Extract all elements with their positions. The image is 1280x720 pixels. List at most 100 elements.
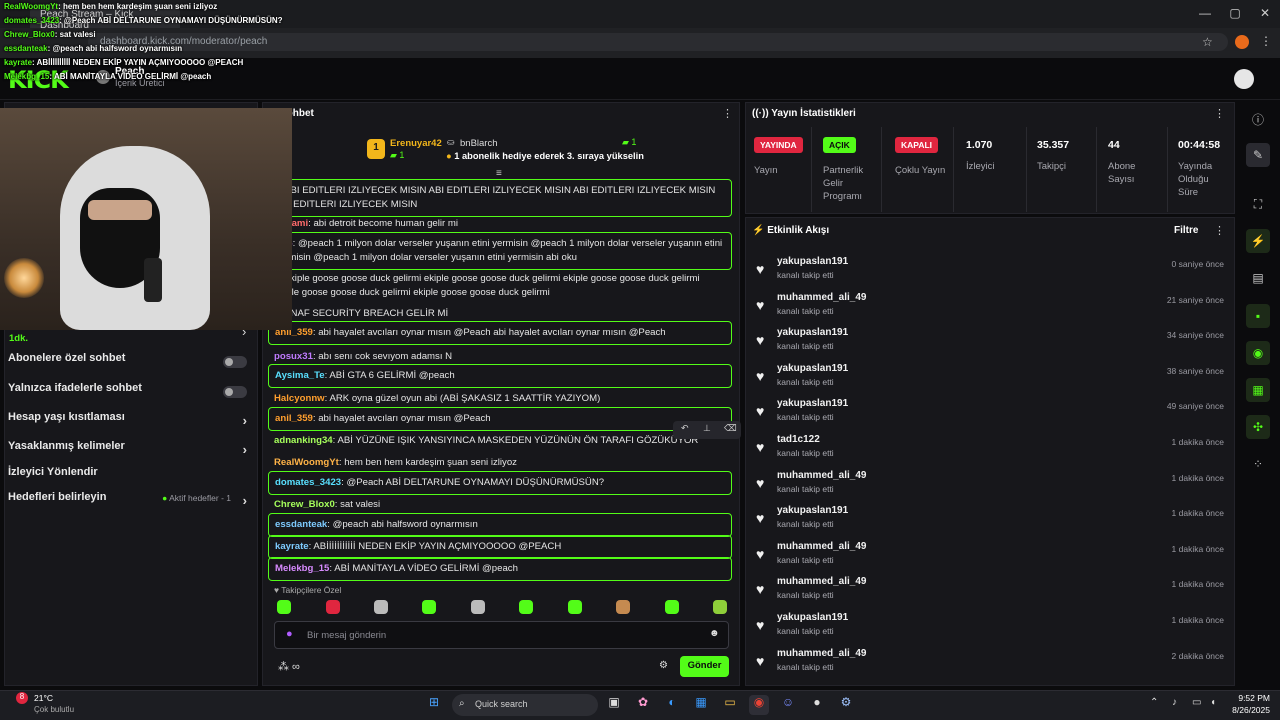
chat-message[interactable]: anil_359: abi hayalet avcıları oynar mıs… bbox=[268, 407, 732, 431]
wrench-icon[interactable]: ✣ bbox=[1246, 415, 1270, 439]
activity-username[interactable]: muhammed_ali_49 bbox=[777, 576, 867, 587]
chat-message[interactable]: Melekbg_15: ABİ MANİTAYLA VİDEO GELİRMİ … bbox=[268, 557, 732, 581]
chat-username[interactable]: adnanking34 bbox=[274, 435, 333, 446]
setting-account-age[interactable]: Hesap yaşı kısıtlaması › bbox=[8, 411, 253, 435]
chat-username[interactable]: kayrate bbox=[275, 541, 309, 552]
explorer-icon[interactable]: ▭ bbox=[720, 695, 740, 715]
microphone-icon[interactable]: ● bbox=[286, 628, 293, 640]
chat-message[interactable]: Aysima_Te: ABİ GTA 6 GELİRMİ @peach bbox=[268, 364, 732, 388]
chat-username[interactable]: posux31 bbox=[274, 351, 313, 362]
setting-goals[interactable]: Hedefleri belirleyin ● Aktif hedefler - 1… bbox=[8, 491, 253, 515]
store-icon[interactable]: ▦ bbox=[691, 695, 711, 715]
setting-banned-words[interactable]: Yasaklanmış kelimeler › bbox=[8, 440, 253, 464]
emote-9[interactable] bbox=[665, 600, 679, 614]
activity-menu-icon[interactable]: ⋮ bbox=[1214, 224, 1225, 237]
chat-input-placeholder[interactable]: Bir mesaj gönderin bbox=[307, 630, 386, 641]
setting-sub-only[interactable]: Abonelere özel sohbet bbox=[8, 352, 253, 376]
second-name[interactable]: bnBlarch bbox=[460, 138, 498, 149]
menu-dots-icon[interactable]: ⋮ bbox=[1260, 34, 1272, 48]
chat-menu-icon[interactable]: ⋮ bbox=[722, 107, 733, 120]
activity-username[interactable]: muhammed_ali_49 bbox=[777, 292, 867, 303]
activity-username[interactable]: yakupaslan191 bbox=[777, 327, 848, 338]
task-view-icon[interactable]: ▣ bbox=[604, 695, 624, 715]
windows-start-icon[interactable]: ⊞ bbox=[424, 695, 444, 715]
tray-chevron-icon[interactable]: ⌃ bbox=[1150, 697, 1158, 708]
chat-username[interactable]: domates_3423 bbox=[275, 477, 341, 488]
broadcast-rail-icon[interactable]: ◉ bbox=[1246, 341, 1270, 365]
clock-time[interactable]: 9:52 PM bbox=[1238, 693, 1270, 703]
chat-username[interactable]: Melekbg_15 bbox=[275, 563, 329, 574]
chat-username[interactable]: essdanteak bbox=[275, 519, 327, 530]
undo-icon[interactable]: ↶ bbox=[681, 423, 689, 434]
chat-username[interactable]: Chrew_Blox0 bbox=[274, 499, 335, 510]
activity-username[interactable]: yakupaslan191 bbox=[777, 363, 848, 374]
more-tools-icon[interactable]: ⁘ bbox=[1246, 452, 1270, 476]
setting-emote-only[interactable]: Yalnızca ifadelerle sohbet bbox=[8, 382, 253, 406]
chat-bubble-icon[interactable]: ▪ bbox=[1246, 304, 1270, 328]
activity-username[interactable]: yakupaslan191 bbox=[777, 612, 848, 623]
emote-5[interactable] bbox=[471, 600, 485, 614]
volume-icon[interactable]: ◖ bbox=[1210, 697, 1216, 708]
emote-6[interactable] bbox=[519, 600, 533, 614]
collapse-icon[interactable]: ≡ bbox=[496, 168, 502, 179]
emote-2[interactable] bbox=[326, 600, 340, 614]
activity-username[interactable]: yakupaslan191 bbox=[777, 256, 848, 267]
chat-message[interactable]: domates_3423: @Peach ABİ DELTARUNE OYNAM… bbox=[268, 471, 732, 495]
activity-username[interactable]: yakupaslan191 bbox=[777, 505, 848, 516]
chat-message[interactable]: K16: @peach 1 milyon dolar verseler yuşa… bbox=[268, 232, 732, 270]
minimize-button[interactable]: — bbox=[1195, 6, 1215, 22]
clock-date[interactable]: 8/26/2025 bbox=[1226, 705, 1270, 715]
chrome-icon[interactable]: ◉ bbox=[749, 695, 769, 715]
activity-username[interactable]: yakupaslan191 bbox=[777, 398, 848, 409]
weather-temp[interactable]: 21°C bbox=[34, 693, 53, 703]
copilot-icon[interactable]: ✿ bbox=[633, 695, 653, 715]
emote-3[interactable] bbox=[374, 600, 388, 614]
network-icon[interactable]: ▭ bbox=[1192, 697, 1201, 708]
address-bar[interactable]: dashboard.kick.com/moderator/peach bbox=[88, 33, 1228, 51]
emote-8[interactable] bbox=[616, 600, 630, 614]
activity-lightning-icon[interactable]: ⚡ bbox=[1246, 229, 1270, 253]
edge-icon[interactable]: ◐ bbox=[662, 695, 682, 715]
chat-message[interactable]: kayrate: ABİİİİİİİİİİİ NEDEN EKİP YAYIN … bbox=[268, 535, 732, 559]
leader-name[interactable]: Erenuyar42 bbox=[390, 138, 442, 149]
chat-message[interactable]: anil_359: abi hayalet avcıları oynar mıs… bbox=[268, 321, 732, 345]
trash-icon[interactable]: ⌫ bbox=[724, 423, 737, 434]
discord-icon[interactable]: ☺ bbox=[778, 695, 798, 715]
chat-extras-icon[interactable]: ⁂ ∞ bbox=[278, 660, 300, 673]
user-avatar[interactable] bbox=[1234, 69, 1254, 89]
maximize-button[interactable]: ▢ bbox=[1225, 6, 1245, 22]
bookmark-star-icon[interactable]: ☆ bbox=[1202, 35, 1213, 49]
search-placeholder[interactable]: Quick search bbox=[475, 699, 528, 709]
emoji-icon[interactable]: ☻ bbox=[709, 628, 720, 639]
document-icon[interactable]: ▤ bbox=[1246, 266, 1270, 290]
emote-only-toggle[interactable] bbox=[223, 386, 247, 398]
chat-settings-gear-icon[interactable]: ⚙ bbox=[659, 660, 668, 671]
emote-7[interactable] bbox=[568, 600, 582, 614]
close-window-button[interactable]: ✕ bbox=[1255, 6, 1275, 22]
chat-username[interactable]: RealWoomgYt bbox=[274, 457, 339, 468]
chat-username[interactable]: Aysima_Te bbox=[275, 370, 325, 381]
emote-10[interactable] bbox=[713, 600, 727, 614]
app-icon[interactable]: ● bbox=[807, 695, 827, 715]
stats-menu-icon[interactable]: ⋮ bbox=[1214, 107, 1225, 120]
filter-button[interactable]: Filtre bbox=[1174, 225, 1198, 236]
chat-message[interactable]: adnanking34: ABİ YÜZÜNE IŞIK YANSIYINCA … bbox=[268, 430, 732, 452]
mic-tray-icon[interactable]: ♪ bbox=[1172, 697, 1177, 708]
activity-username[interactable]: muhammed_ali_49 bbox=[777, 470, 867, 481]
chat-message[interactable]: essdanteak: @peach abi halfsword oynarmı… bbox=[268, 513, 732, 537]
setting-raid[interactable]: İzleyici Yönlendir bbox=[8, 466, 253, 490]
steam-icon[interactable]: ⚙ bbox=[836, 695, 856, 715]
chat-message[interactable]: li: ekiple goose goose duck gelirmi ekip… bbox=[268, 268, 732, 304]
fullscreen-icon[interactable]: ⛶ bbox=[1246, 192, 1270, 216]
send-button[interactable]: Gönder bbox=[680, 656, 729, 677]
activity-username[interactable]: muhammed_ali_49 bbox=[777, 541, 867, 552]
layout-icon[interactable]: ▦ bbox=[1246, 378, 1270, 402]
chat-username[interactable]: Halcyonnw bbox=[274, 393, 325, 404]
emote-4[interactable] bbox=[422, 600, 436, 614]
chat-message[interactable]: N ABI EDITLERI IZLIYECEK MISIN ABI EDITL… bbox=[268, 179, 732, 217]
emote-1[interactable] bbox=[277, 600, 291, 614]
info-icon[interactable]: ⓘ bbox=[1246, 106, 1270, 130]
sub-only-toggle[interactable] bbox=[223, 356, 247, 368]
edit-icon[interactable]: ✎ bbox=[1246, 143, 1270, 167]
activity-username[interactable]: muhammed_ali_49 bbox=[777, 648, 867, 659]
